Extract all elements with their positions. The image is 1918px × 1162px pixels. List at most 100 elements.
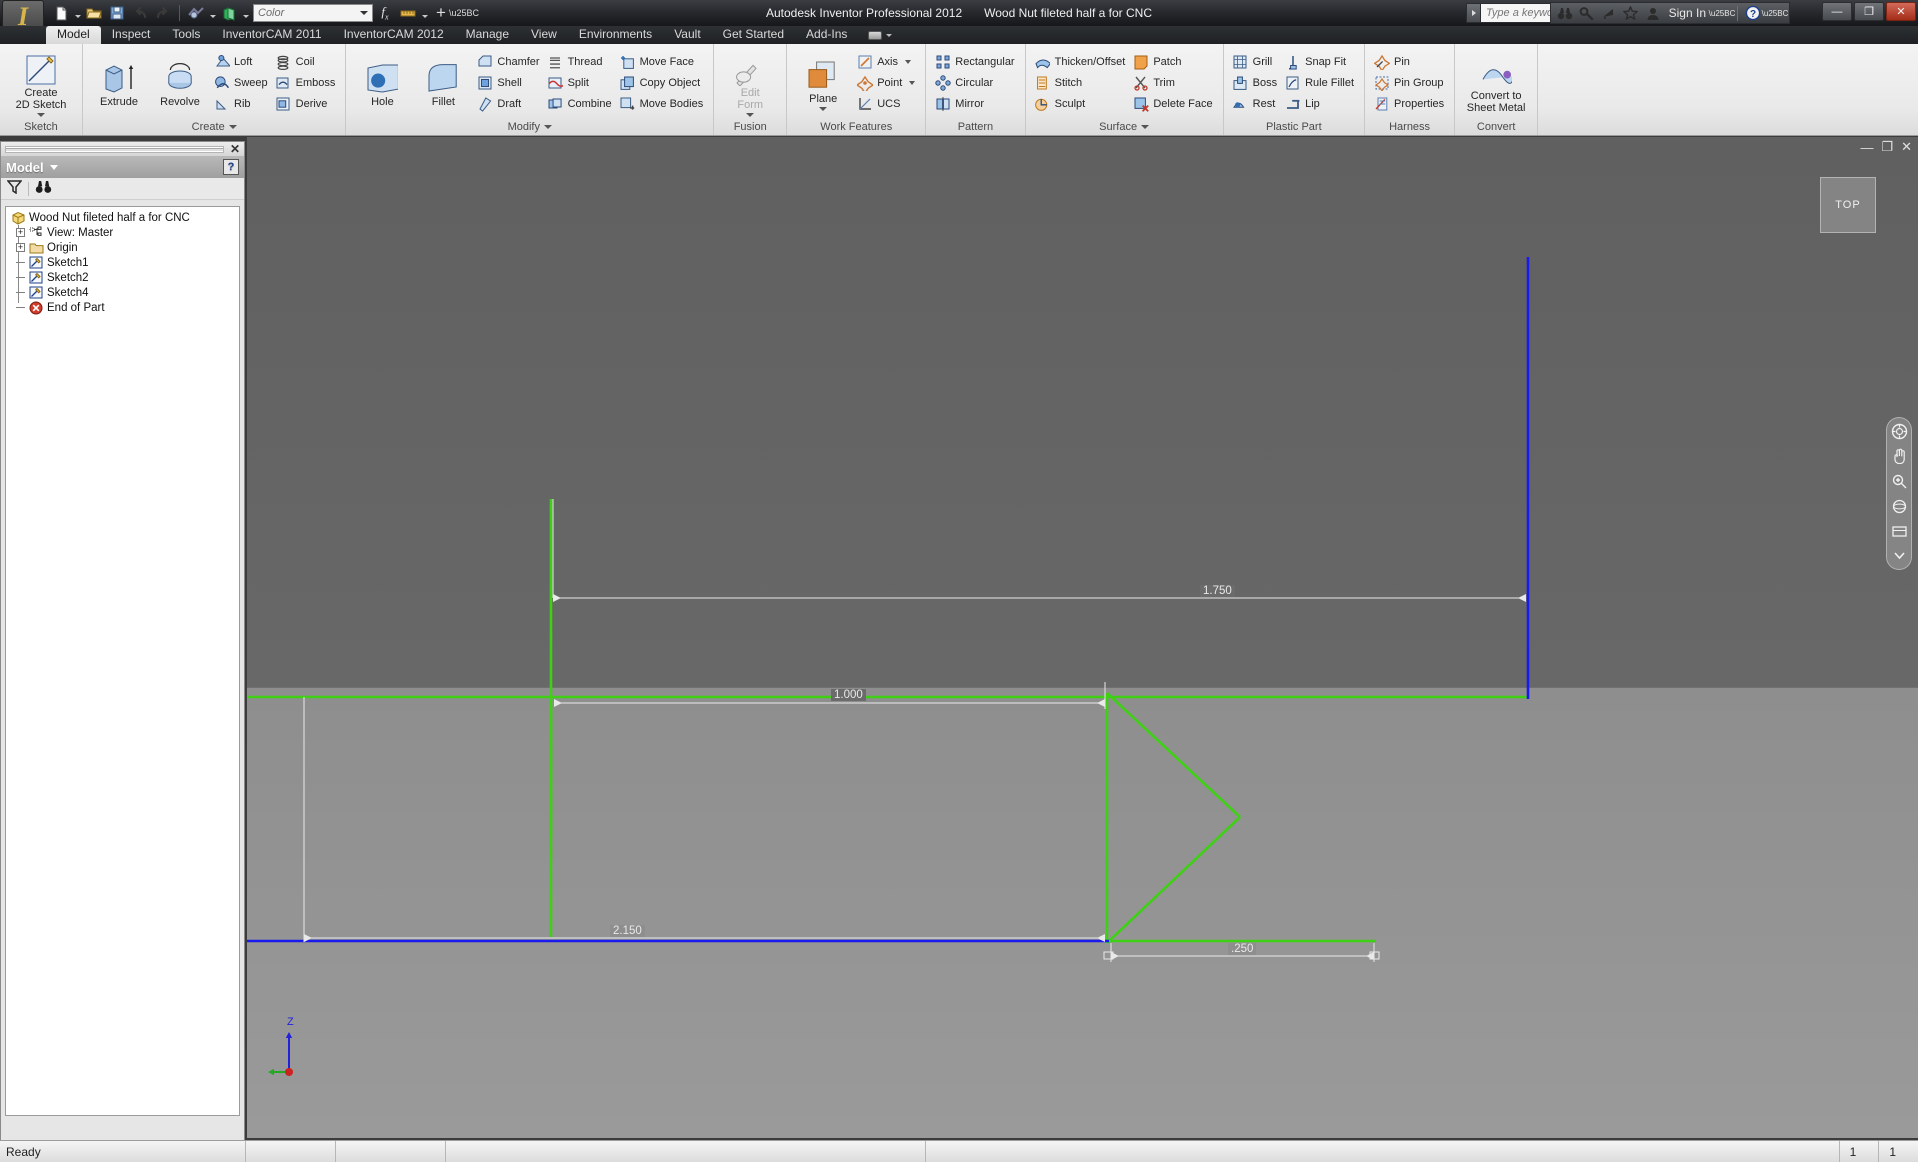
pin-button[interactable]: Pin (1371, 52, 1448, 72)
ribbon-tab-inventorcam-2012[interactable]: InventorCAM 2012 (333, 26, 455, 44)
axis-button[interactable]: Axis (854, 52, 919, 72)
tree-item-sketch2[interactable]: Sketch2 (6, 270, 239, 285)
qat-overflow-icon[interactable]: \u25BC (449, 3, 479, 24)
ribbon-tab-inventorcam-2011[interactable]: InventorCAM 2011 (211, 26, 332, 44)
move-bodies-button[interactable]: Move Bodies (617, 94, 708, 114)
dimension-label-2150[interactable]: 2.150 (610, 925, 645, 937)
ribbon-tab-get-started[interactable]: Get Started (712, 26, 795, 44)
derive-button[interactable]: Derive (273, 94, 340, 114)
tree-expander-icon[interactable]: + (16, 243, 25, 252)
undo-icon[interactable] (129, 3, 151, 24)
plane-button[interactable]: Plane (793, 55, 853, 111)
split-button[interactable]: Split (545, 73, 616, 93)
ribbon-display-options[interactable] (868, 30, 893, 40)
thicken-offset-button[interactable]: Thicken/Offset (1032, 52, 1130, 72)
hole-button[interactable]: Hole (352, 58, 412, 108)
search-dropdown-icon[interactable] (1466, 3, 1480, 23)
model-tree[interactable]: Wood Nut fileted half a for CNC + View: Ma… (5, 206, 240, 1116)
move-face-button[interactable]: Move Face (617, 52, 708, 72)
filter-icon[interactable] (6, 180, 23, 197)
doc-restore-button[interactable]: ❐ (1881, 139, 1893, 155)
group-expand-icon[interactable] (544, 125, 552, 129)
shell-button[interactable]: Shell (474, 73, 543, 93)
tree-item-end-of-part[interactable]: End of Part (6, 300, 239, 315)
point-button[interactable]: Point (854, 73, 919, 93)
ribbon-tab-vault[interactable]: Vault (663, 26, 711, 44)
browser-close-icon[interactable]: ✕ (230, 143, 240, 155)
tree-item-origin[interactable]: + Origin (6, 240, 239, 255)
ribbon-tab-manage[interactable]: Manage (455, 26, 520, 44)
save-icon[interactable] (106, 3, 128, 24)
rib-button[interactable]: Rib (211, 94, 272, 114)
sign-in-button[interactable]: Sign In (1665, 6, 1710, 20)
restore-button[interactable]: ❐ (1854, 2, 1884, 21)
ribbon-tab-view[interactable]: View (520, 26, 568, 44)
ribbon-tab-inspect[interactable]: Inspect (101, 26, 162, 44)
new-file-icon[interactable] (50, 3, 72, 24)
sign-in-dropdown-icon[interactable]: \u25BC (1709, 4, 1736, 22)
dropdown-arrow-icon[interactable] (37, 112, 45, 117)
dropdown-arrow-icon[interactable] (904, 59, 911, 64)
extrude-button[interactable]: Extrude (89, 58, 149, 108)
patch-button[interactable]: Patch (1130, 52, 1216, 72)
pin-group-button[interactable]: Pin Group (1371, 73, 1448, 93)
properties-button[interactable]: Properties (1371, 94, 1448, 114)
coil-button[interactable]: Coil (273, 52, 340, 72)
dimension-label-1750[interactable]: 1.750 (1200, 585, 1235, 597)
appearance-icon[interactable] (218, 3, 240, 24)
dimension-label-250[interactable]: .250 (1228, 943, 1257, 955)
edit-form-button[interactable]: Edit Form (720, 49, 780, 117)
circular-pattern-button[interactable]: Circular (932, 73, 1018, 93)
rectangular-pattern-button[interactable]: Rectangular (932, 52, 1018, 72)
new-file-dropdown-icon[interactable] (73, 3, 82, 23)
lip-button[interactable]: Lip (1282, 94, 1358, 114)
grill-button[interactable]: Grill (1230, 52, 1281, 72)
dropdown-arrow-icon[interactable] (746, 112, 755, 117)
open-file-icon[interactable] (83, 3, 105, 24)
browser-header[interactable]: Model ? (1, 156, 244, 178)
favorites-star-icon[interactable] (1621, 4, 1641, 22)
ribbon-tab-add-ins[interactable]: Add-Ins (795, 26, 858, 44)
find-binoculars-icon[interactable] (35, 180, 52, 197)
graphics-viewport[interactable]: — ❐ ✕ TOP 1.750 1.000 2.150 .250 Z (247, 137, 1918, 1138)
emboss-button[interactable]: Emboss (273, 73, 340, 93)
ribbon-tab-tools[interactable]: Tools (161, 26, 211, 44)
loft-button[interactable]: Loft (211, 52, 272, 72)
mirror-button[interactable]: Mirror (932, 94, 1018, 114)
magnifier-icon[interactable] (1577, 4, 1597, 22)
boss-button[interactable]: Boss (1230, 73, 1281, 93)
tree-item-sketch4[interactable]: Sketch4 (6, 285, 239, 300)
doc-minimize-button[interactable]: — (1860, 140, 1873, 155)
group-expand-icon[interactable] (1141, 125, 1150, 129)
browser-title-grip[interactable]: ✕ (1, 142, 244, 156)
dropdown-arrow-icon[interactable] (909, 80, 916, 85)
combine-button[interactable]: Combine (545, 94, 616, 114)
doc-close-button[interactable]: ✕ (1901, 139, 1912, 155)
help-icon[interactable]: ? (1743, 4, 1763, 22)
stitch-button[interactable]: Stitch (1032, 73, 1130, 93)
rule-fillet-button[interactable]: Rule Fillet (1282, 73, 1358, 93)
formula-icon[interactable]: fx (374, 3, 396, 24)
tree-item-sketch1[interactable]: Sketch1 (6, 255, 239, 270)
delete-face-button[interactable]: Delete Face (1130, 94, 1216, 114)
dropdown-arrow-icon[interactable] (819, 106, 828, 111)
dimension-label-1000[interactable]: 1.000 (831, 689, 866, 701)
group-expand-icon[interactable] (228, 125, 237, 129)
update-icon[interactable] (185, 3, 207, 24)
tree-item-view-master[interactable]: + View: Master (6, 225, 239, 240)
ribbon-tab-environments[interactable]: Environments (568, 26, 663, 44)
copy-object-button[interactable]: Copy Object (617, 73, 708, 93)
fillet-button[interactable]: Fillet (413, 58, 473, 108)
snap-fit-button[interactable]: Snap Fit (1282, 52, 1358, 72)
trim-button[interactable]: Trim (1130, 73, 1216, 93)
broadcast-icon[interactable] (1599, 4, 1619, 22)
sweep-button[interactable]: Sweep (211, 73, 272, 93)
measure-dropdown-icon[interactable] (420, 3, 429, 23)
ucs-button[interactable]: UCS (854, 94, 919, 114)
draft-button[interactable]: Draft (474, 94, 543, 114)
convert-to-sheet-metal-button[interactable]: Convert to Sheet Metal (1461, 52, 1531, 114)
chamfer-button[interactable]: Chamfer (474, 52, 543, 72)
create-2d-sketch-button[interactable]: Create 2D Sketch (6, 49, 76, 117)
measure-icon[interactable] (397, 3, 419, 24)
browser-dropdown-icon[interactable] (49, 164, 58, 170)
